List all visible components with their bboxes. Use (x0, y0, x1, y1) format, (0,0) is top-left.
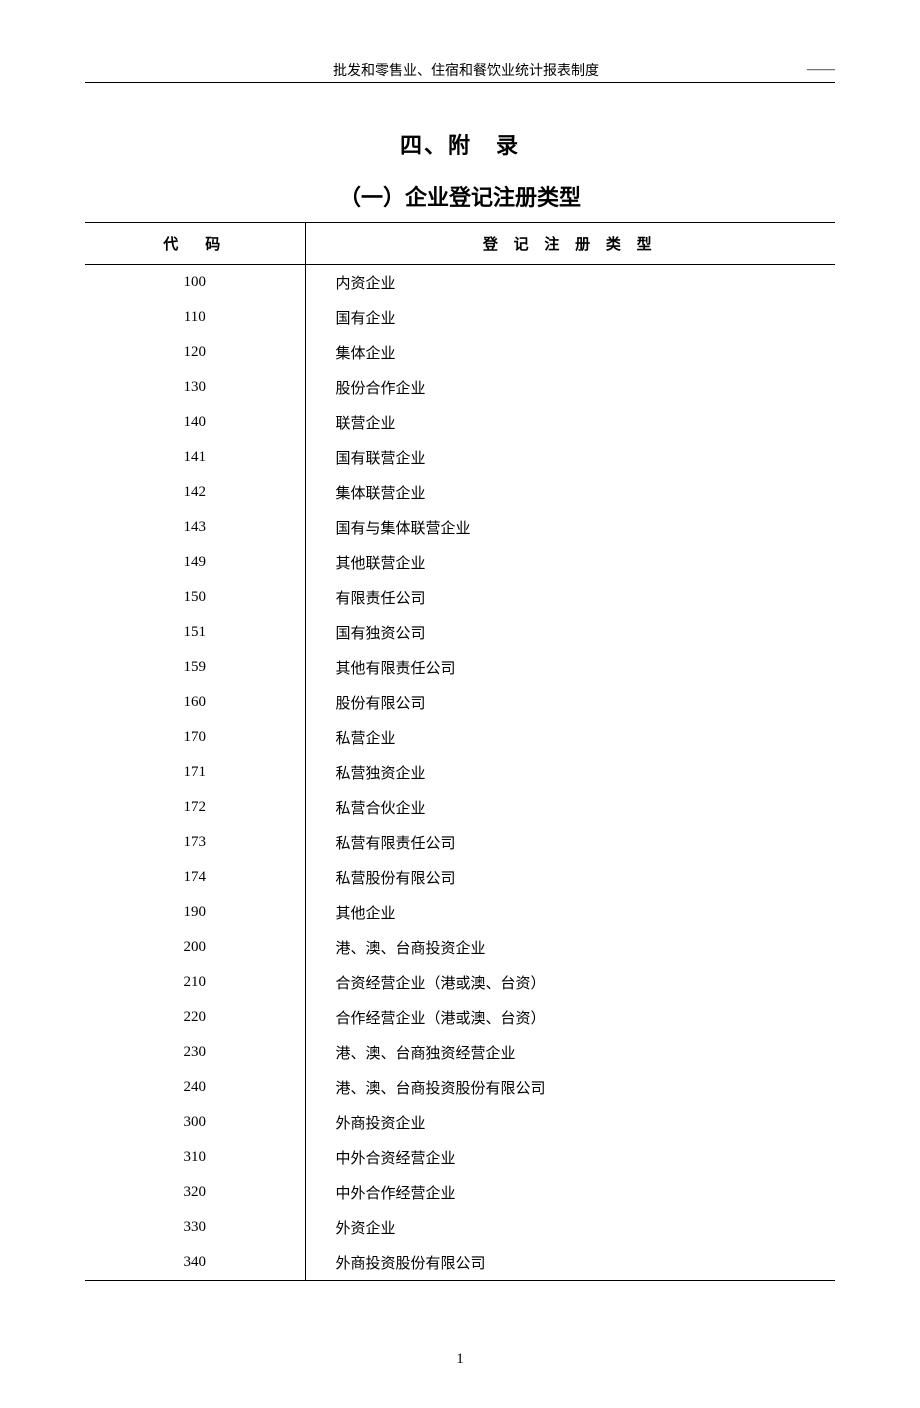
cell-type: 私营合伙企业 (305, 790, 835, 825)
cell-code: 200 (85, 930, 305, 965)
subsection-title: （一）企业登记注册类型 (85, 180, 835, 212)
cell-code: 172 (85, 790, 305, 825)
table-row: 159其他有限责任公司 (85, 650, 835, 685)
cell-code: 310 (85, 1140, 305, 1175)
cell-type: 国有独资公司 (305, 615, 835, 650)
cell-type: 私营独资企业 (305, 755, 835, 790)
cell-type: 国有企业 (305, 300, 835, 335)
table-row: 173私营有限责任公司 (85, 825, 835, 860)
table-row: 150有限责任公司 (85, 580, 835, 615)
cell-type: 港、澳、台商独资经营企业 (305, 1035, 835, 1070)
table-row: 172私营合伙企业 (85, 790, 835, 825)
cell-type: 港、澳、台商投资股份有限公司 (305, 1070, 835, 1105)
cell-type: 集体企业 (305, 335, 835, 370)
cell-type: 外商投资企业 (305, 1105, 835, 1140)
cell-type: 私营有限责任公司 (305, 825, 835, 860)
col-header-code: 代 码 (85, 223, 305, 265)
cell-code: 143 (85, 510, 305, 545)
cell-type: 外商投资股份有限公司 (305, 1245, 835, 1281)
table-row: 142集体联营企业 (85, 475, 835, 510)
cell-type: 合作经营企业（港或澳、台资） (305, 1000, 835, 1035)
table-row: 151国有独资公司 (85, 615, 835, 650)
cell-type: 有限责任公司 (305, 580, 835, 615)
cell-type: 私营企业 (305, 720, 835, 755)
table-row: 140联营企业 (85, 405, 835, 440)
table-row: 160股份有限公司 (85, 685, 835, 720)
cell-code: 150 (85, 580, 305, 615)
cell-type: 外资企业 (305, 1210, 835, 1245)
cell-code: 173 (85, 825, 305, 860)
table-row: 210合资经营企业（港或澳、台资） (85, 965, 835, 1000)
table-row: 230港、澳、台商独资经营企业 (85, 1035, 835, 1070)
table-header-row: 代 码 登 记 注 册 类 型 (85, 223, 835, 265)
cell-code: 149 (85, 545, 305, 580)
cell-code: 159 (85, 650, 305, 685)
cell-type: 其他有限责任公司 (305, 650, 835, 685)
cell-type: 股份有限公司 (305, 685, 835, 720)
cell-code: 171 (85, 755, 305, 790)
table-row: 330外资企业 (85, 1210, 835, 1245)
cell-code: 141 (85, 440, 305, 475)
cell-code: 210 (85, 965, 305, 1000)
cell-type: 国有联营企业 (305, 440, 835, 475)
registration-type-table: 代 码 登 记 注 册 类 型 100内资企业110国有企业120集体企业130… (85, 222, 835, 1281)
cell-code: 142 (85, 475, 305, 510)
cell-code: 130 (85, 370, 305, 405)
cell-code: 174 (85, 860, 305, 895)
cell-type: 中外合作经营企业 (305, 1175, 835, 1210)
cell-type: 股份合作企业 (305, 370, 835, 405)
table-row: 174私营股份有限公司 (85, 860, 835, 895)
cell-code: 170 (85, 720, 305, 755)
page-number: 1 (85, 1351, 835, 1368)
table-row: 300外商投资企业 (85, 1105, 835, 1140)
cell-code: 320 (85, 1175, 305, 1210)
table-row: 200港、澳、台商投资企业 (85, 930, 835, 965)
table-row: 120集体企业 (85, 335, 835, 370)
col-header-type: 登 记 注 册 类 型 (305, 223, 835, 265)
table-row: 110国有企业 (85, 300, 835, 335)
table-row: 190其他企业 (85, 895, 835, 930)
cell-type: 国有与集体联营企业 (305, 510, 835, 545)
table-row: 143国有与集体联营企业 (85, 510, 835, 545)
cell-code: 330 (85, 1210, 305, 1245)
cell-code: 160 (85, 685, 305, 720)
cell-code: 300 (85, 1105, 305, 1140)
table-row: 240港、澳、台商投资股份有限公司 (85, 1070, 835, 1105)
cell-code: 151 (85, 615, 305, 650)
table-row: 310中外合资经营企业 (85, 1140, 835, 1175)
cell-type: 联营企业 (305, 405, 835, 440)
cell-code: 220 (85, 1000, 305, 1035)
cell-code: 240 (85, 1070, 305, 1105)
cell-code: 340 (85, 1245, 305, 1281)
cell-type: 港、澳、台商投资企业 (305, 930, 835, 965)
table-row: 141国有联营企业 (85, 440, 835, 475)
section-title: 四、附 录 (85, 128, 835, 160)
cell-type: 其他联营企业 (305, 545, 835, 580)
table-row: 171私营独资企业 (85, 755, 835, 790)
cell-type: 其他企业 (305, 895, 835, 930)
table-row: 220合作经营企业（港或澳、台资） (85, 1000, 835, 1035)
table-row: 130股份合作企业 (85, 370, 835, 405)
table-row: 149其他联营企业 (85, 545, 835, 580)
header-right: —— (807, 62, 835, 78)
cell-code: 190 (85, 895, 305, 930)
cell-type: 内资企业 (305, 265, 835, 301)
cell-type: 合资经营企业（港或澳、台资） (305, 965, 835, 1000)
cell-type: 私营股份有限公司 (305, 860, 835, 895)
cell-code: 230 (85, 1035, 305, 1070)
cell-type: 中外合资经营企业 (305, 1140, 835, 1175)
header-title: 批发和零售业、住宿和餐饮业统计报表制度 (333, 60, 599, 80)
cell-type: 集体联营企业 (305, 475, 835, 510)
cell-code: 140 (85, 405, 305, 440)
table-row: 320中外合作经营企业 (85, 1175, 835, 1210)
page-header: 批发和零售业、住宿和餐饮业统计报表制度 —— (85, 60, 835, 83)
cell-code: 120 (85, 335, 305, 370)
cell-code: 110 (85, 300, 305, 335)
table-row: 100内资企业 (85, 265, 835, 301)
cell-code: 100 (85, 265, 305, 301)
table-row: 170私营企业 (85, 720, 835, 755)
table-row: 340外商投资股份有限公司 (85, 1245, 835, 1281)
